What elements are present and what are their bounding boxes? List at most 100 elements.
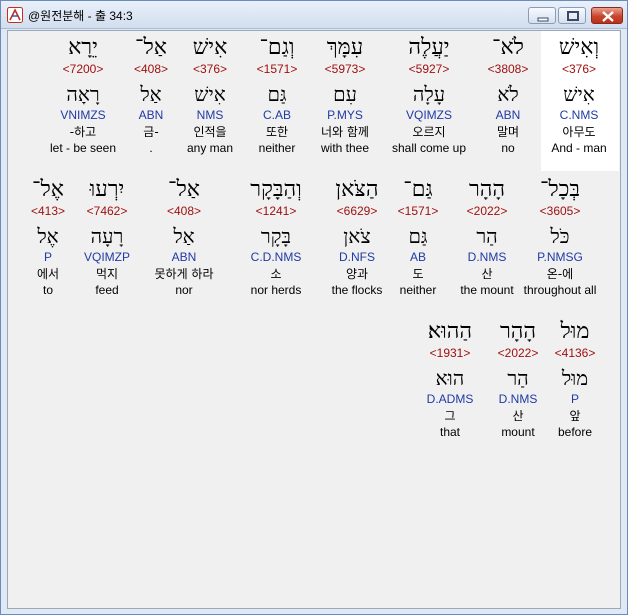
hebrew-word: וְהַבָּקָר: [250, 177, 302, 202]
lemma-word: הַר: [507, 366, 529, 390]
word-column[interactable]: וְהַבָּקָר <1241> בָּקָר C.D.NMS 소 nor herds: [250, 177, 301, 298]
hebrew-word: גַּם־: [403, 177, 433, 202]
minimize-button[interactable]: [528, 7, 556, 24]
restore-icon: [567, 11, 579, 21]
word-column[interactable]: אֶל־ <413> אֶל P 에서 to: [31, 177, 65, 298]
strong-number: <6629>: [336, 204, 378, 218]
word-column[interactable]: מוּל <4136> מוּל P 앞 before: [555, 319, 596, 440]
english-gloss: that: [439, 425, 461, 439]
word-column[interactable]: בְּכָל־ <3605> כֹּל P.NMSG 온-에 throughout all: [524, 177, 597, 298]
maximize-button[interactable]: [558, 7, 586, 24]
morphology-code: ABN: [171, 250, 197, 264]
morphology-code: AB: [409, 250, 426, 264]
strong-number: <376>: [561, 62, 597, 76]
morphology-code: D.NMS: [498, 392, 538, 406]
english-gloss: nor: [175, 283, 193, 297]
lemma-word: עִם: [333, 82, 357, 106]
word-column[interactable]: לֹא־ <3808> לֹא ABN 말며 no: [488, 35, 529, 156]
korean-gloss: 아무도: [562, 125, 596, 139]
morphology-code: C.AB: [262, 108, 291, 122]
korean-gloss: 온-에: [546, 267, 574, 281]
strong-number: <3808>: [487, 62, 529, 76]
morphology-code: VQIMZP: [83, 250, 131, 264]
korean-gloss: 앞: [569, 409, 581, 423]
minimize-icon: [537, 17, 549, 22]
strong-number: <1571>: [256, 62, 298, 76]
morphology-code: D.NMS: [467, 250, 507, 264]
lemma-word: בָּקָר: [260, 224, 292, 248]
morphology-code: C.D.NMS: [250, 250, 302, 264]
strong-number: <4136>: [554, 346, 596, 360]
title-bar[interactable]: @원전분해 - 출 34:3: [1, 1, 627, 29]
strong-number: <7200>: [62, 62, 104, 76]
korean-gloss: 먹지: [95, 267, 119, 281]
word-column[interactable]: עִמָּךְ <5973> עִם P.MYS 너와 함께 with thee: [321, 35, 369, 156]
english-gloss: throughout all: [523, 283, 597, 297]
hebrew-word: אַל־: [168, 177, 200, 202]
word-column[interactable]: וְגַם־ <1571> גַּם C.AB 또한 neither: [257, 35, 298, 156]
morphology-code: C.NMS: [559, 108, 599, 122]
korean-gloss: -하고: [69, 125, 97, 139]
hebrew-word: עִמָּךְ: [326, 35, 364, 60]
lemma-word: אִישׁ: [563, 82, 595, 106]
word-column[interactable]: יַעֲלֶה <5927> עָלָה VQIMZS 오르지 shall come up: [392, 35, 466, 156]
word-column[interactable]: הַצֹּאן <6629> צֹאן D.NFS 양과 the flocks: [332, 177, 383, 298]
korean-gloss: 산: [481, 267, 493, 281]
lemma-word: צֹאן: [343, 224, 371, 248]
lemma-word: אַל: [140, 82, 162, 106]
hebrew-word: אֶל־: [32, 177, 64, 202]
strong-number: <376>: [192, 62, 228, 76]
english-gloss: neither: [399, 283, 437, 297]
hebrew-word: יִרְעוּ: [89, 177, 125, 202]
strong-number: <408>: [166, 204, 202, 218]
english-gloss: to: [42, 283, 54, 297]
lemma-word: אִישׁ: [194, 82, 226, 106]
hebrew-word: וְגַם־: [259, 35, 295, 60]
english-gloss: any man: [186, 141, 234, 155]
strong-number: <7462>: [86, 204, 128, 218]
morphology-code: P: [43, 250, 53, 264]
english-gloss: shall come up: [391, 141, 467, 155]
strong-number: <2022>: [497, 346, 539, 360]
word-column[interactable]: יֵרָא <7200> רָאָה VNIMZS -하고 let - be seen: [50, 35, 116, 156]
morphology-code: VNIMZS: [60, 108, 106, 122]
hebrew-word: וְאִישׁ: [558, 35, 600, 60]
english-gloss: .: [149, 141, 153, 155]
strong-number: <5973>: [324, 62, 366, 76]
lemma-word: לֹא: [497, 82, 519, 106]
hebrew-word: יַעֲלֶה: [408, 35, 450, 60]
korean-gloss: 또한: [265, 125, 289, 139]
word-column[interactable]: הַהוּא׃ <1931> הוּא D.ADMS 그 that: [427, 319, 474, 440]
morphology-code: D.ADMS: [426, 392, 474, 406]
lemma-word: כֹּל: [550, 224, 570, 248]
morphology-code: D.NFS: [338, 250, 375, 264]
hebrew-word: הַהוּא׃: [427, 319, 473, 344]
english-gloss: mount: [501, 425, 535, 439]
word-column[interactable]: אַל־ <408> אַל ABN 금-.: [134, 35, 168, 156]
close-button[interactable]: [591, 7, 623, 24]
morphology-code: ABN: [495, 108, 521, 122]
english-gloss: And - man: [551, 141, 607, 155]
korean-gloss: 금-: [143, 125, 159, 139]
hebrew-word: מוּל: [560, 319, 590, 344]
lemma-word: עָלָה: [412, 82, 446, 106]
korean-gloss: 못하게 하라: [154, 267, 214, 281]
app-window: @원전분해 - 출 34:3 וְאִישׁ <376> אִישׁ C.NMS 아무도…: [0, 0, 628, 615]
word-column[interactable]: הָהָר <2022> הַר D.NMS 산 the mount: [460, 177, 513, 298]
window-title: @원전분해 - 출 34:3: [28, 9, 133, 23]
word-column[interactable]: גַּם־ <1571> גַּם AB 도 neither: [398, 177, 439, 298]
word-column[interactable]: הָהָר <2022> הַר D.NMS 산 mount: [498, 319, 539, 440]
interlinear-view[interactable]: וְאִישׁ <376> אִישׁ C.NMS 아무도 And - man לֹא־ <3…: [7, 30, 621, 609]
korean-gloss: 말며: [496, 125, 520, 139]
word-column[interactable]: אַל־ <408> אַל ABN 못하게 하라 nor: [154, 177, 213, 298]
hebrew-word: אַל־: [135, 35, 167, 60]
morphology-code: P.MYS: [327, 108, 363, 122]
word-column[interactable]: יִרְעוּ <7462> רָעָה VQIMZP 먹지 feed: [84, 177, 130, 298]
korean-gloss: 오르지: [412, 125, 446, 139]
strong-number: <1931>: [429, 346, 471, 360]
morphology-code: P.NMSG: [537, 250, 583, 264]
word-column[interactable]: וְאִישׁ <376> אִישׁ C.NMS 아무도 And - man: [551, 35, 606, 156]
english-gloss: with thee: [320, 141, 370, 155]
morphology-code: P: [570, 392, 579, 406]
word-column[interactable]: אִישׁ <376> אִישׁ NMS 인적을 any man: [187, 35, 233, 156]
